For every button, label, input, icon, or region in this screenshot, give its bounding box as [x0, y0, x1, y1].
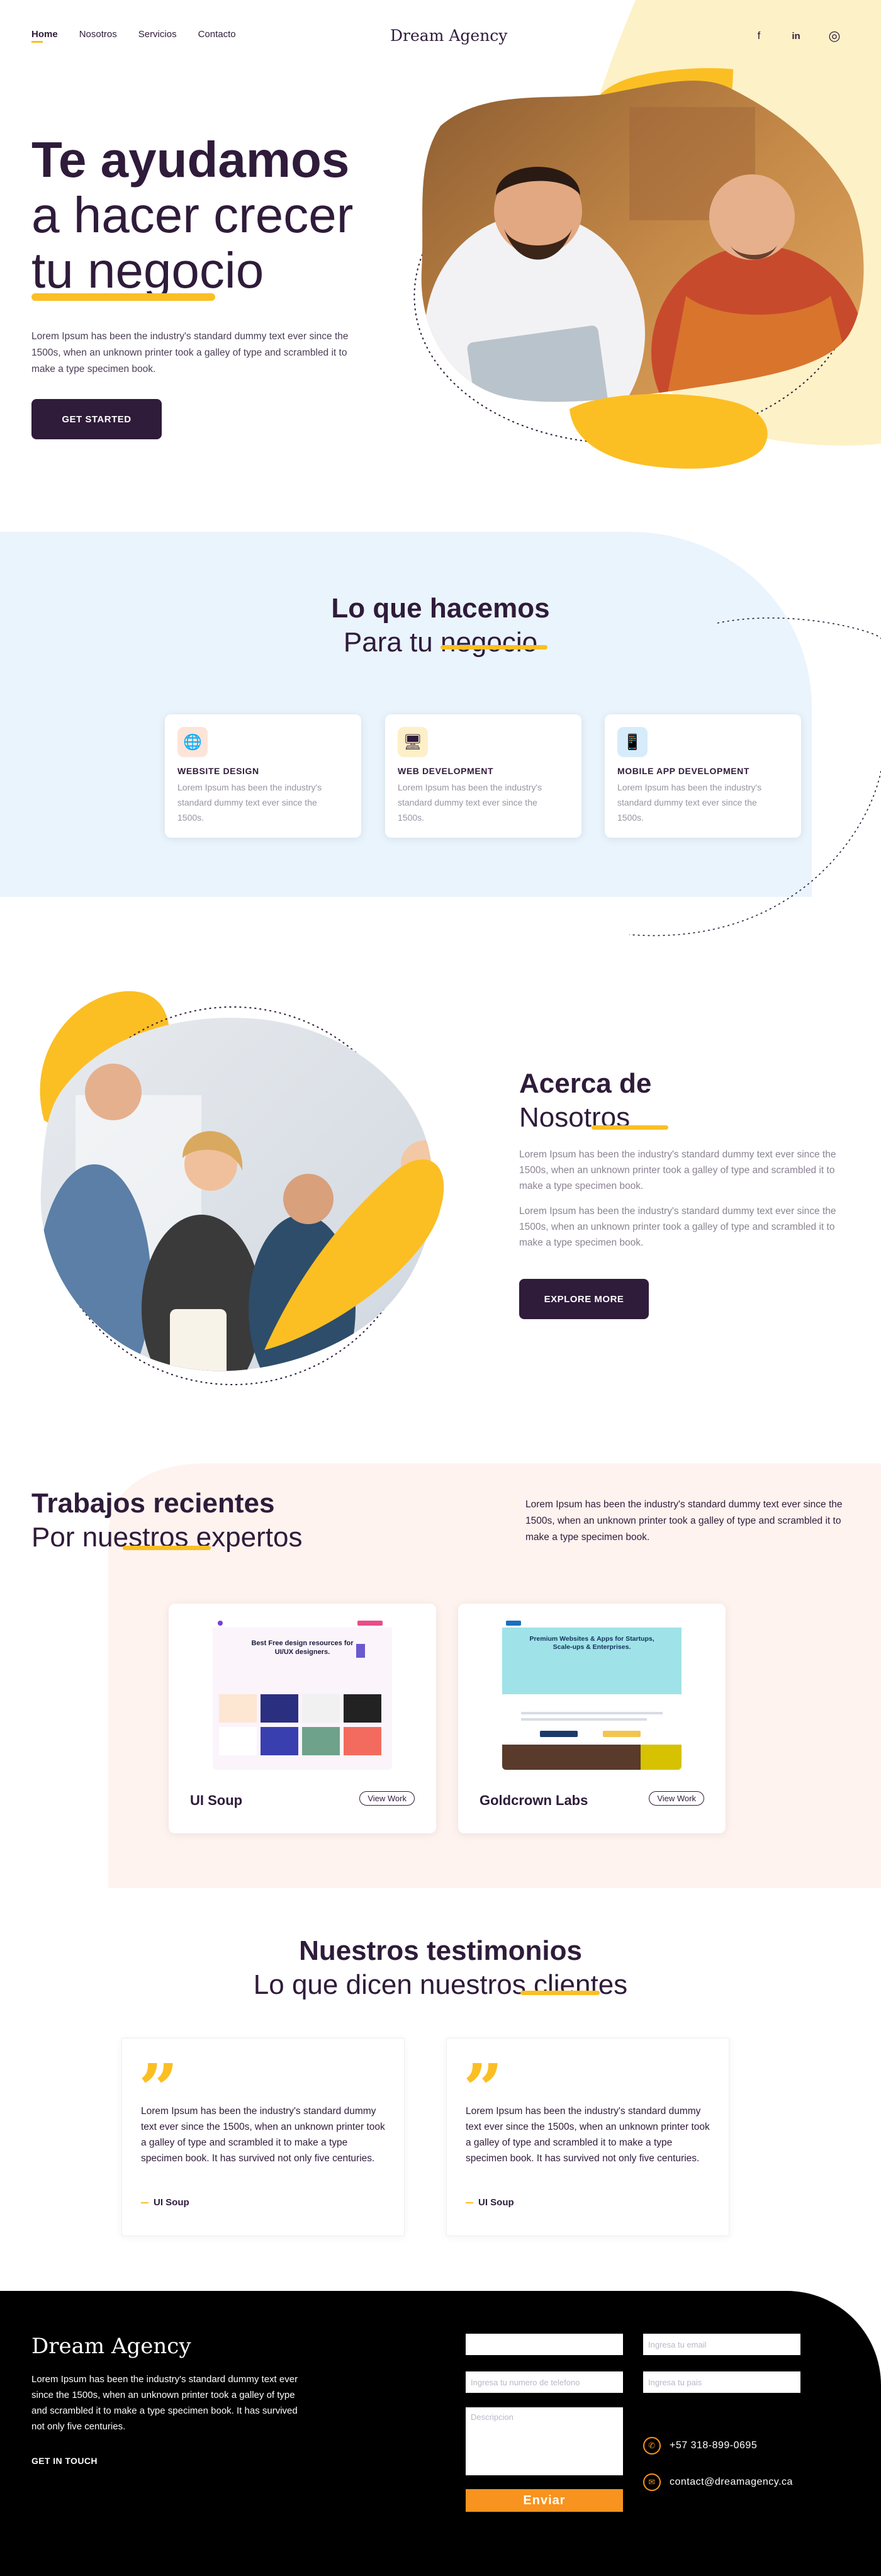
about-paragraph-2: Lorem Ipsum has been the industry's stan…: [519, 1206, 836, 1248]
ui-soup-screenshot: Best Free design resources for UI/UX des…: [213, 1619, 392, 1770]
footer-text: Lorem Ipsum has been the industry's stan…: [31, 2374, 298, 2432]
goldcrown-preview-heading: Premium Websites & Apps for Startups, Sc…: [529, 1635, 654, 1651]
testimonial-text: Lorem Ipsum has been the industry's stan…: [466, 2106, 710, 2164]
testimonials-heading: Nuestros testimonios Lo que dicen nuestr…: [0, 1934, 881, 2002]
testimonial-author: UI Soup: [466, 2197, 514, 2208]
service-text: Lorem Ipsum has been the industry's stan…: [617, 782, 762, 823]
hero-title-underline: [31, 293, 215, 301]
country-field[interactable]: [643, 2371, 800, 2393]
goldcrown-screenshot: Premium Websites & Apps for Startups, Sc…: [502, 1619, 682, 1770]
about-underline: [592, 1125, 668, 1130]
service-card-web-development[interactable]: 🖥 WEB DEVELOPMENT Lorem Ipsum has been t…: [385, 714, 581, 838]
service-text: Lorem Ipsum has been the industry's stan…: [398, 782, 542, 823]
quote-icon: ”: [138, 2055, 179, 2099]
work-title: Goldcrown Labs: [480, 1792, 588, 1808]
testimonials-title: Nuestros testimonios: [299, 1935, 582, 1966]
hero-title: Te ayudamos a hacer crecer tu negocio: [31, 132, 353, 298]
services-heading: Lo que hacemos Para tu negocio: [0, 592, 881, 660]
mail-icon: ✉: [643, 2473, 661, 2491]
hero-title-bold: Te ayudamos: [31, 132, 350, 188]
footer: Dream Agency Lorem Ipsum has been the in…: [0, 2291, 881, 2576]
work-card-ui-soup[interactable]: Best Free design resources for UI/UX des…: [169, 1604, 436, 1833]
service-title: WEB DEVELOPMENT: [398, 766, 494, 776]
works-heading: Trabajos recientes Por nuestros expertos: [31, 1487, 302, 1555]
mobile-icon: 📱: [617, 727, 648, 757]
service-title: WEBSITE DESIGN: [177, 766, 259, 776]
service-text: Lorem Ipsum has been the industry's stan…: [177, 782, 322, 823]
globe-icon: 🌐: [177, 727, 208, 757]
services-title: Lo que hacemos: [331, 593, 550, 624]
service-card-website-design[interactable]: 🌐 WEBSITE DESIGN Lorem Ipsum has been th…: [165, 714, 361, 838]
explore-more-button[interactable]: EXPLORE MORE: [519, 1279, 649, 1319]
services-subtitle: Para tu negocio: [343, 627, 538, 658]
about-image: [40, 991, 444, 1385]
testimonial-text: Lorem Ipsum has been the industry's stan…: [141, 2106, 385, 2164]
monitor-code-icon: 🖥: [398, 727, 428, 757]
testimonial-card: ” Lorem Ipsum has been the industry's st…: [446, 2038, 729, 2236]
page: Home Nosotros Servicios Contacto Dream A…: [0, 0, 881, 2576]
hero-title-line3: tu negocio: [31, 242, 264, 298]
view-work-button[interactable]: View Work: [649, 1791, 704, 1806]
work-card-goldcrown-labs[interactable]: Premium Websites & Apps for Startups, Sc…: [458, 1604, 726, 1833]
works-text: Lorem Ipsum has been the industry's stan…: [525, 1499, 843, 1543]
work-title: UI Soup: [190, 1792, 243, 1808]
hero-text: Lorem Ipsum has been the industry's stan…: [31, 331, 349, 374]
about-title: Acerca de: [519, 1068, 652, 1099]
linkedin-icon[interactable]: in: [788, 28, 804, 44]
hero-yellow-blob: [570, 394, 768, 469]
service-title: MOBILE APP DEVELOPMENT: [617, 766, 749, 776]
about-heading: Acerca de Nosotros: [519, 1067, 651, 1135]
ui-soup-preview-heading: Best Free design resources for UI/UX des…: [251, 1640, 354, 1656]
quote-icon: ”: [463, 2055, 503, 2099]
service-card-mobile-app[interactable]: 📱 MOBILE APP DEVELOPMENT Lorem Ipsum has…: [605, 714, 801, 838]
footer-email[interactable]: ✉ contact@dreamagency.ca: [643, 2473, 793, 2491]
description-field[interactable]: [466, 2407, 623, 2475]
hero-title-line2: a hacer crecer: [31, 187, 354, 243]
view-work-button[interactable]: View Work: [359, 1791, 415, 1806]
phone-icon: ✆: [643, 2437, 661, 2455]
phone-field[interactable]: [466, 2371, 623, 2393]
phone-number: +57 318-899-0695: [670, 2440, 758, 2451]
footer-phone[interactable]: ✆ +57 318-899-0695: [643, 2437, 757, 2455]
email-address: contact@dreamagency.ca: [670, 2477, 793, 2487]
testimonials-subtitle: Lo que dicen nuestros clientes: [253, 1969, 628, 2000]
testimonial-card: ” Lorem Ipsum has been the industry's st…: [121, 2038, 405, 2236]
get-in-touch-link[interactable]: GET IN TOUCH: [31, 2456, 98, 2466]
send-button[interactable]: Enviar: [466, 2489, 623, 2512]
services-underline: [441, 645, 547, 650]
instagram-icon[interactable]: ◎: [826, 28, 843, 44]
works-underline: [123, 1546, 211, 1550]
testimonials-underline: [520, 1991, 600, 1995]
get-started-button[interactable]: GET STARTED: [31, 399, 162, 439]
email-field[interactable]: [643, 2334, 800, 2355]
facebook-icon[interactable]: f: [751, 28, 767, 44]
about-paragraph-1: Lorem Ipsum has been the industry's stan…: [519, 1149, 836, 1191]
footer-logo[interactable]: Dream Agency: [31, 2334, 191, 2359]
name-field[interactable]: [466, 2334, 623, 2355]
testimonial-author: UI Soup: [141, 2197, 189, 2208]
works-title: Trabajos recientes: [31, 1488, 275, 1519]
